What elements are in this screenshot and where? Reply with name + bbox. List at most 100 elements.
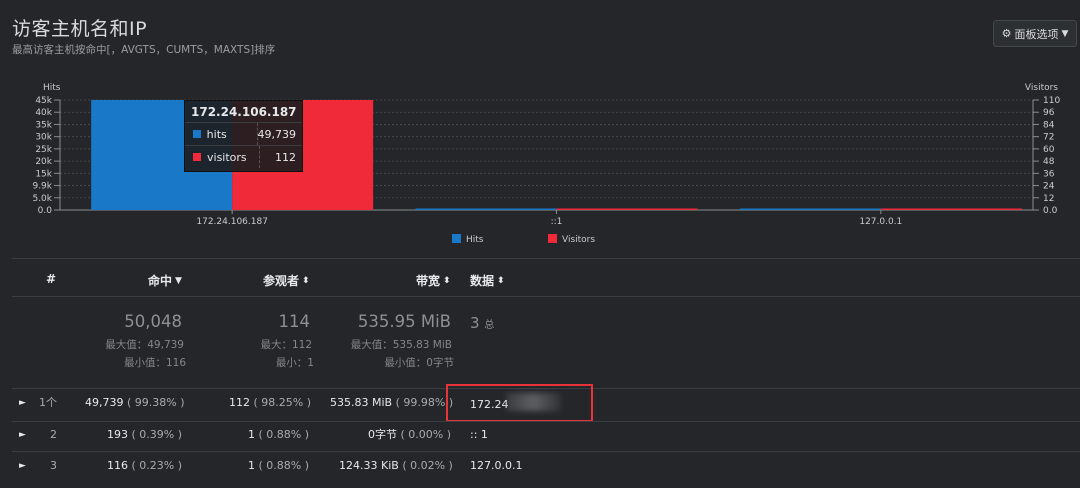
tooltip-hits-label: hits	[206, 127, 227, 141]
visitors-swatch	[193, 153, 201, 161]
row-visitors-pct: ( 98.25% )	[253, 396, 312, 409]
expand-arrow-icon[interactable]: ►	[19, 452, 26, 480]
summary-visitors-max: 最大：112	[260, 339, 312, 351]
row-bandwidth: 0字节 ( 0.00% )	[368, 421, 451, 449]
gear-icon: ⚙	[1001, 27, 1012, 40]
panel-options-button[interactable]: ⚙ 面板选项 ▼	[993, 20, 1077, 47]
col-header-data-label: 数据	[470, 274, 495, 288]
row-bandwidth-value: 0字节	[368, 428, 397, 441]
row-visitors-value: 1	[248, 428, 255, 441]
summary-data-total: 3 总	[470, 314, 494, 332]
y-tick-label: 15k	[35, 169, 52, 179]
y2-tick-label: 24	[1043, 182, 1055, 192]
y2-tick-label: 12	[1043, 194, 1054, 204]
y-tick-label: 35k	[35, 120, 52, 130]
panel-options-label: 面板选项	[1014, 27, 1059, 41]
caret-down-icon: ▼	[1061, 28, 1069, 39]
row-hits: 116 ( 0.23% )	[107, 452, 182, 480]
row-data: :: 1	[470, 428, 488, 441]
row-hits-pct: ( 0.23% )	[131, 459, 183, 472]
y2-tick-label: 0.0	[1043, 206, 1058, 216]
y-tick-label: 45k	[35, 96, 52, 106]
col-header-index[interactable]: #	[46, 272, 56, 286]
summary-hits-min: 最小值：116	[123, 357, 186, 369]
row-hits-pct: ( 0.39% )	[131, 428, 183, 441]
row-visitors-pct: ( 0.88% )	[258, 428, 310, 441]
tooltip-visitors-label: visitors	[207, 150, 247, 164]
summary-hits-max: 最大值：49,739	[105, 339, 184, 351]
y2-tick-label: 84	[1043, 120, 1055, 130]
row-bandwidth: 124.33 KiB ( 0.02% )	[339, 452, 453, 480]
col-header-hits[interactable]: 命中 ▼	[148, 272, 182, 289]
y2-tick-label: 72	[1043, 133, 1054, 143]
y2-axis-label: Visitors	[1025, 83, 1058, 93]
legend-label: Visitors	[562, 235, 595, 245]
sort-icon: ⬍	[302, 275, 310, 286]
y-tick-label: 25k	[35, 145, 52, 155]
legend-swatch	[452, 234, 461, 243]
summary-data-suffix: 总	[484, 320, 495, 331]
col-header-visitors-label: 参观者	[263, 274, 300, 288]
row-hits: 49,739 ( 99.38% )	[85, 389, 185, 417]
row-hits-value: 193	[107, 428, 128, 441]
row-visitors: 1 ( 0.88% )	[248, 452, 309, 480]
row-bandwidth-value: 535.83 MiB	[330, 396, 393, 409]
x-tick-label: 127.0.0.1	[859, 217, 902, 227]
col-header-bandwidth[interactable]: 带宽 ⬍	[416, 272, 451, 289]
row-data: 127.0.0.1	[470, 459, 523, 472]
chart-tooltip: 172.24.106.187 hits 49,739 visitors 112	[184, 100, 303, 172]
summary-visitors-total: 114	[278, 312, 311, 331]
summary-hits-total: 50,048	[124, 312, 182, 331]
row-visitors-pct: ( 0.88% )	[258, 459, 310, 472]
y2-tick-label: 48	[1043, 157, 1055, 167]
row-bandwidth-pct: ( 0.02% )	[402, 459, 453, 472]
row-bandwidth-value: 124.33 KiB	[339, 459, 399, 472]
y-tick-label: 5.0k	[32, 194, 52, 204]
x-tick-label: ::1	[551, 217, 563, 227]
tooltip-title: 172.24.106.187	[185, 101, 302, 123]
row-visitors-value: 112	[229, 396, 250, 409]
col-header-visitors[interactable]: 参观者 ⬍	[263, 272, 310, 289]
row-bandwidth-pct: ( 0.00% )	[400, 428, 452, 441]
sort-desc-icon: ▼	[175, 275, 182, 286]
chart-svg: Hits Visitors 45k 110 40k 96 35k 84 30k 72 25k 60 20…	[32, 83, 1060, 245]
sort-icon: ⬍	[443, 275, 451, 286]
summary-bandwidth-max: 最大值：535.83 MiB	[350, 339, 452, 351]
summary-bandwidth-total: 535.95 MiB	[357, 312, 451, 331]
table-row[interactable]: ► 2 193 ( 0.39% ) 1 ( 0.88% ) 0字节 ( 0.00…	[12, 421, 1080, 449]
row-visitors: 112 ( 98.25% )	[229, 389, 311, 417]
row-hits-pct: ( 99.38% )	[127, 396, 185, 409]
col-header-data[interactable]: 数据 ⬍	[470, 272, 505, 289]
x-tick-label: 172.24.106.187	[196, 217, 268, 227]
row-visitors: 1 ( 0.88% )	[248, 421, 309, 449]
row-hits: 193 ( 0.39% )	[107, 421, 182, 449]
expand-arrow-icon[interactable]: ►	[19, 421, 26, 449]
col-header-hits-label: 命中	[148, 274, 173, 288]
y2-tick-label: 60	[1043, 145, 1055, 155]
bar-hits	[415, 208, 557, 210]
row-hits-value: 116	[107, 459, 128, 472]
header-divider-bottom	[12, 296, 1080, 297]
hits-swatch	[193, 130, 201, 138]
y-tick-label: 30k	[35, 133, 52, 143]
y-axis-label: Hits	[43, 83, 61, 93]
sort-icon: ⬍	[497, 275, 505, 286]
legend-label: Hits	[466, 235, 484, 245]
row-index: 1个	[39, 396, 57, 409]
y-tick-label: 20k	[35, 157, 52, 167]
tooltip-visitors-value: 112	[259, 146, 302, 168]
y-tick-label: 9.9k	[32, 182, 52, 192]
bar-visitors	[556, 208, 698, 210]
row-visitors-value: 1	[248, 459, 255, 472]
table-row[interactable]: ► 3 116 ( 0.23% ) 1 ( 0.88% ) 124.33 KiB…	[12, 452, 1080, 480]
panel-title: 访客主机名和IP	[12, 18, 148, 40]
row-index: 2	[50, 428, 57, 441]
y-tick-label: 40k	[35, 108, 52, 118]
tooltip-hits-value: 49,739	[256, 123, 303, 145]
expand-arrow-icon[interactable]: ►	[19, 389, 26, 417]
row-index: 3	[50, 459, 57, 472]
y2-tick-label: 36	[1043, 169, 1055, 179]
legend-swatch	[548, 234, 557, 243]
col-header-bandwidth-label: 带宽	[416, 274, 441, 288]
bar-visitors	[880, 208, 1022, 210]
